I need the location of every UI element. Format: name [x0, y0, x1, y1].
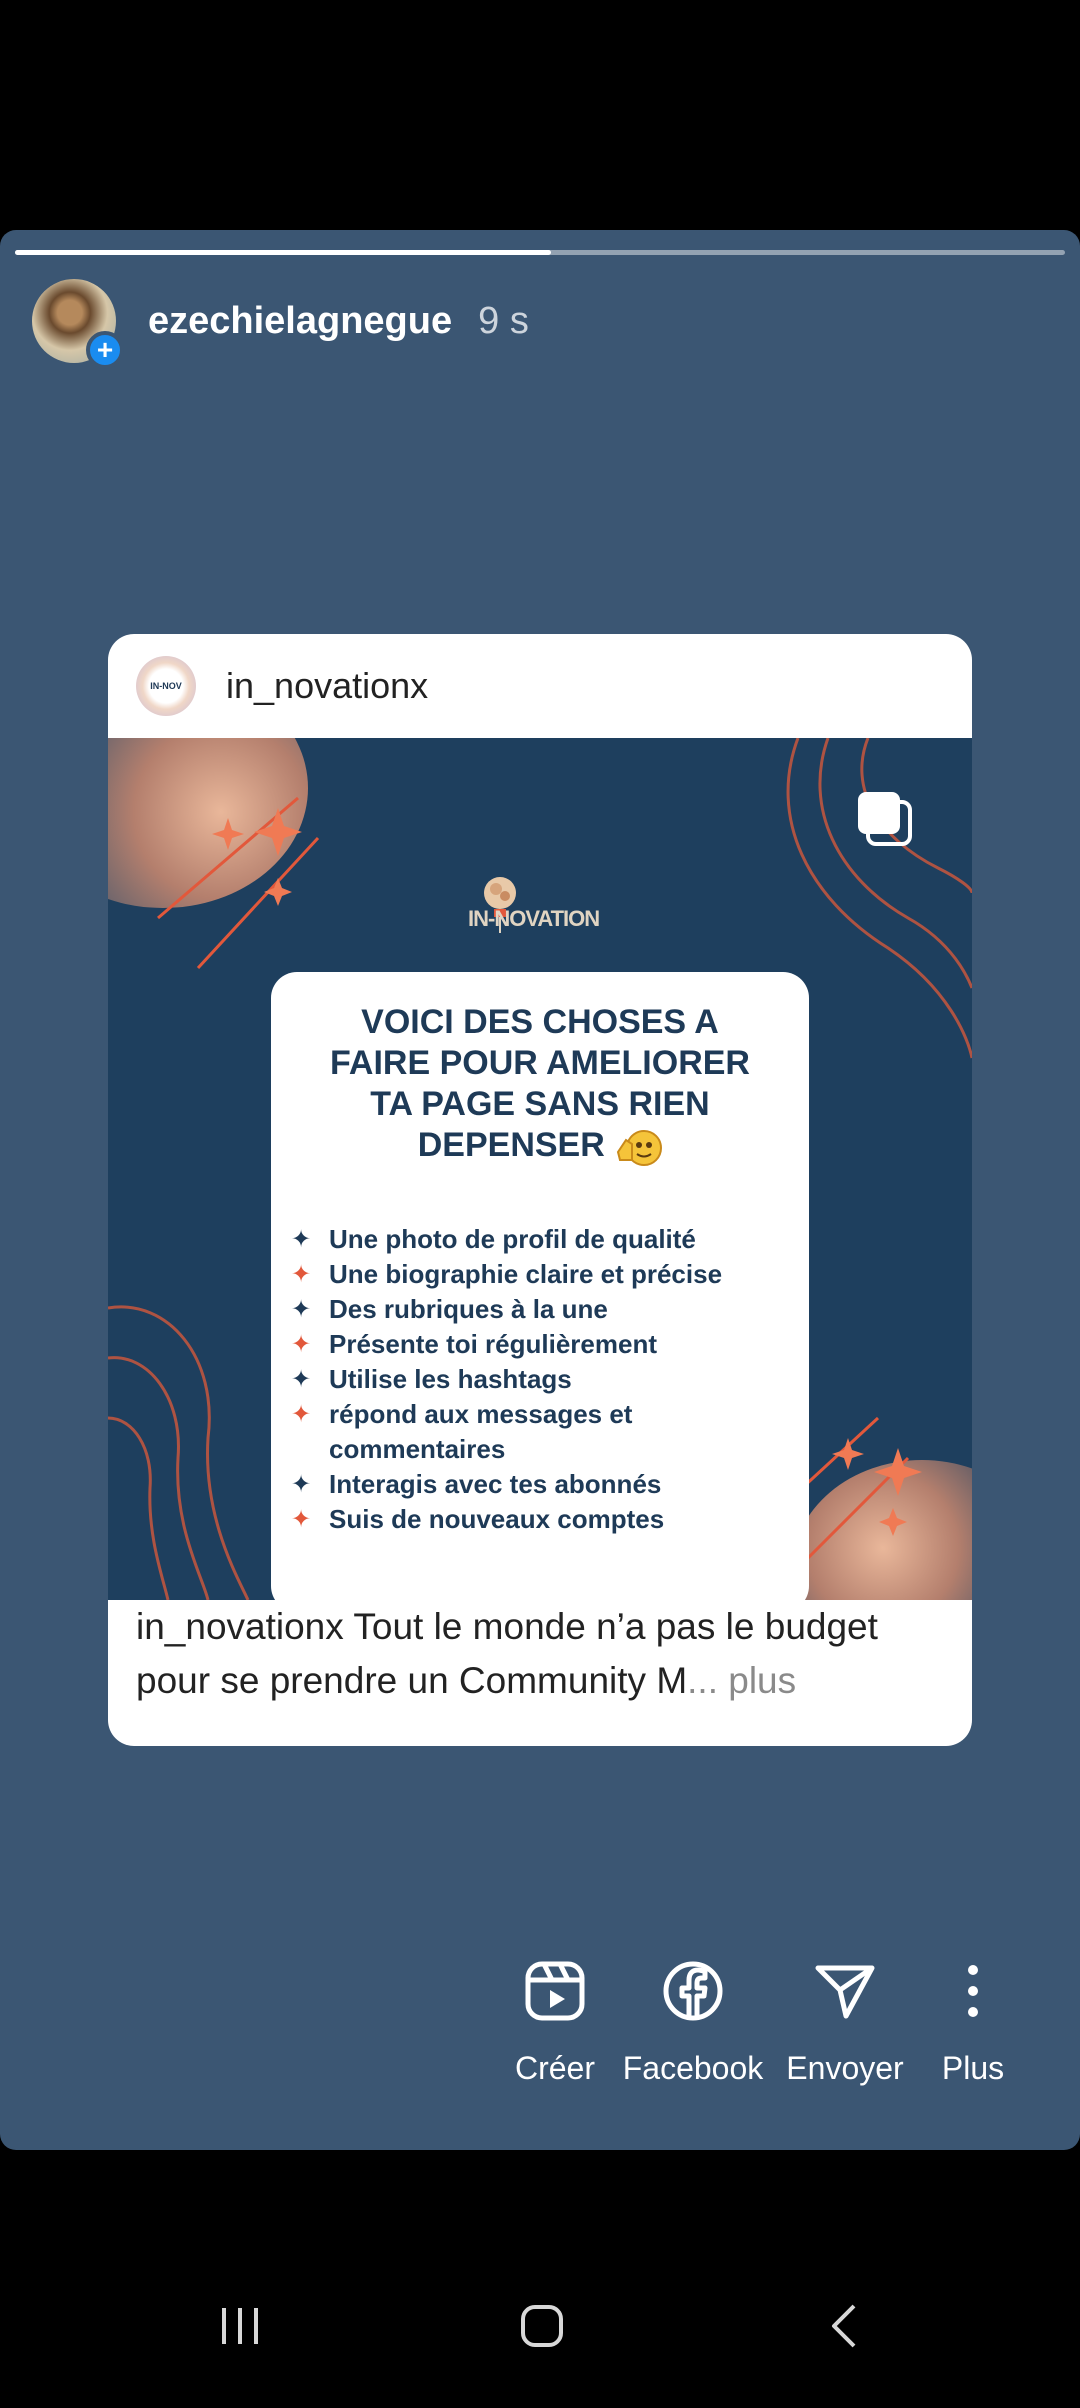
- carousel-icon: [858, 792, 912, 846]
- facebook-icon: [663, 1961, 723, 2021]
- tip-text: Une photo de profil de qualité: [329, 1224, 696, 1254]
- post-author-avatar[interactable]: IN-NOV: [136, 656, 196, 716]
- tip-text: Une biographie claire et précise: [329, 1259, 723, 1289]
- sparkle-bullet-icon: ✦: [291, 1506, 312, 1533]
- facebook-label: Facebook: [622, 2050, 764, 2086]
- story-timestamp: 9 s: [478, 299, 529, 342]
- story-actions: Créer Facebook Envoyer Plus: [480, 1960, 1040, 2110]
- story-viewer[interactable]: + ezechielagnegue 9 s IN-NOV in_novation…: [0, 230, 1080, 2150]
- back-icon[interactable]: [826, 2302, 862, 2350]
- facebook-button[interactable]: Facebook: [618, 1960, 768, 2087]
- caption-more-link[interactable]: ... plus: [687, 1660, 796, 1701]
- more-button[interactable]: Plus: [898, 1960, 1048, 2087]
- tip-item: ✦ Des rubriques à la une: [291, 1292, 801, 1327]
- sparkle-bullet-icon: ✦: [291, 1296, 312, 1323]
- tips-title: VOICI DES CHOSES A FAIRE POUR AMELIORER …: [271, 1002, 809, 1168]
- tip-item: ✦ Interagis avec tes abonnés: [291, 1467, 801, 1502]
- tip-text: Interagis avec tes abonnés: [329, 1469, 662, 1499]
- sparkle-bullet-icon: ✦: [291, 1261, 312, 1288]
- reels-icon: [525, 1961, 585, 2021]
- tip-item: ✦ Utilise les hashtags: [291, 1362, 801, 1397]
- story-header: + ezechielagnegue 9 s: [32, 278, 529, 369]
- add-story-icon[interactable]: +: [86, 331, 124, 369]
- more-options-icon: [968, 1965, 978, 2017]
- tip-item: ✦ Présente toi régulièrement: [291, 1327, 801, 1362]
- sparkle-bullet-icon: ✦: [291, 1366, 312, 1393]
- shared-post-card[interactable]: IN-NOV in_novationx IN-NOVATION VOICI DE…: [108, 634, 972, 1746]
- screen: + ezechielagnegue 9 s IN-NOV in_novation…: [0, 0, 1080, 2408]
- create-label: Créer: [514, 2050, 595, 2086]
- tip-text: Présente toi régulièrement: [329, 1329, 657, 1359]
- tips-card: VOICI DES CHOSES A FAIRE POUR AMELIORER …: [271, 972, 809, 1600]
- tips-title-line: FAIRE POUR AMELIORER: [330, 1044, 750, 1082]
- post-caption[interactable]: in_novationx Tout le monde n’a pas le bu…: [108, 1600, 972, 1708]
- tip-item: ✦ Une photo de profil de qualité: [291, 1222, 801, 1257]
- tips-title-line-last: DEPENSER: [271, 1125, 809, 1168]
- tip-text: Des rubriques à la une: [329, 1294, 608, 1324]
- paper-plane-icon: [815, 1965, 875, 2019]
- tips-title-line: TA PAGE SANS RIEN: [370, 1085, 710, 1123]
- tip-item: ✦ répond aux messages et commentaires: [291, 1397, 801, 1467]
- post-author-username[interactable]: in_novationx: [226, 665, 428, 707]
- shared-post-header: IN-NOV in_novationx: [108, 634, 972, 738]
- tip-text: Utilise les hashtags: [329, 1364, 572, 1394]
- tip-item: ✦ Une biographie claire et précise: [291, 1257, 801, 1292]
- author-avatar[interactable]: +: [32, 279, 124, 369]
- tips-title-line: DEPENSER: [417, 1126, 605, 1164]
- tip-text: répond aux messages et commentaires: [329, 1399, 633, 1464]
- tip-item: ✦ Suis de nouveaux comptes: [291, 1502, 801, 1537]
- create-button[interactable]: Créer: [480, 1960, 630, 2087]
- more-label: Plus: [941, 2050, 1005, 2086]
- story-progress-bar: [15, 250, 1065, 255]
- thumbs-up-emoji-icon: [617, 1130, 663, 1167]
- sparkle-bullet-icon: ✦: [291, 1331, 312, 1358]
- sparkle-bullet-icon: ✦: [291, 1401, 312, 1428]
- author-username[interactable]: ezechielagnegue: [148, 300, 452, 343]
- tips-title-line: VOICI DES CHOSES A: [361, 1003, 719, 1041]
- tip-text: Suis de nouveaux comptes: [329, 1504, 665, 1534]
- brand-logo-text: IN-NOVATION: [468, 906, 600, 931]
- tips-list: ✦ Une photo de profil de qualité ✦ Une biog…: [291, 1222, 801, 1537]
- recent-apps-icon[interactable]: [218, 2302, 262, 2350]
- sparkle-bullet-icon: ✦: [291, 1226, 312, 1253]
- story-progress-fill: [15, 250, 551, 255]
- system-navigation-bar: [0, 2260, 1080, 2408]
- post-image[interactable]: IN-NOVATION VOICI DES CHOSES A FAIRE POU…: [108, 738, 972, 1600]
- sparkle-bullet-icon: ✦: [291, 1471, 312, 1498]
- home-icon[interactable]: [518, 2302, 566, 2350]
